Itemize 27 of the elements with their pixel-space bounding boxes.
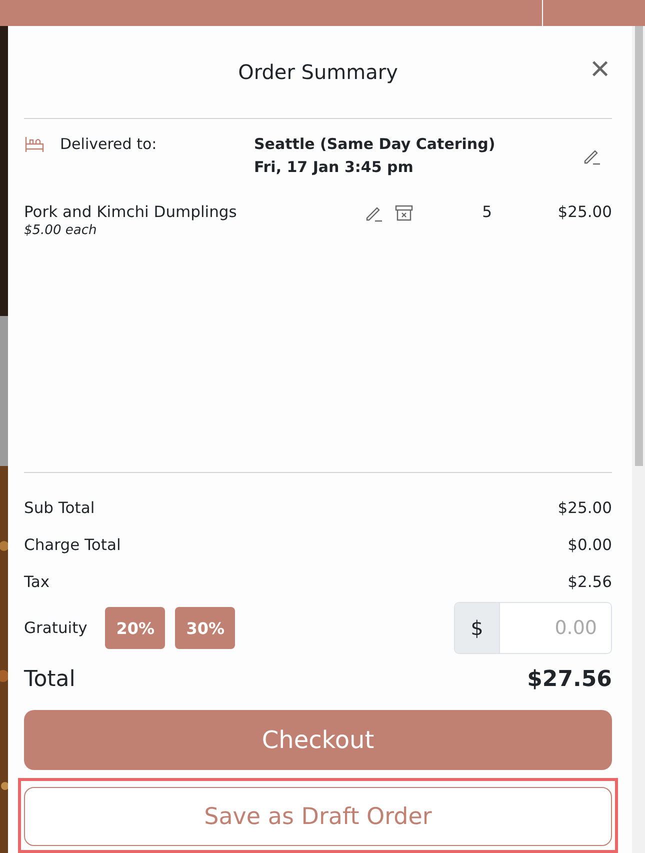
- save-draft-button[interactable]: Save as Draft Order: [24, 787, 612, 846]
- item-price: $25.00: [558, 203, 612, 221]
- scrollbar[interactable]: [632, 26, 645, 853]
- trash-icon: [394, 203, 414, 223]
- delete-item-button[interactable]: [394, 203, 414, 223]
- gratuity-option[interactable]: 30%: [175, 607, 236, 649]
- summary-label: Charge Total: [24, 536, 121, 554]
- item-name: Pork and Kimchi Dumplings: [24, 203, 238, 221]
- summary-value: $0.00: [568, 536, 612, 554]
- summary-label: Sub Total: [24, 498, 95, 516]
- total-label: Total: [24, 666, 76, 692]
- modal-title: Order Summary: [238, 60, 398, 84]
- summary-label: Tax: [24, 572, 50, 590]
- checkout-button[interactable]: Checkout: [24, 710, 612, 770]
- delivery-label: Delivered to:: [60, 134, 158, 155]
- total-value: $27.56: [527, 666, 612, 692]
- gratuity-field[interactable]: $ 0.00: [454, 602, 612, 654]
- delivery-location: Seattle (Same Day Catering): [254, 134, 496, 155]
- currency-symbol: $: [455, 603, 500, 653]
- close-button[interactable]: ×: [588, 52, 612, 86]
- item-unit-price: $5.00 each: [24, 223, 98, 238]
- gratuity-label: Gratuity: [24, 619, 88, 637]
- gratuity-option[interactable]: 20%: [105, 607, 166, 649]
- item-quantity: 5: [482, 203, 492, 221]
- delivery-time: Fri, 17 Jan 3:45 pm: [254, 157, 414, 178]
- summary-value: $25.00: [558, 498, 612, 516]
- summary-value: $2.56: [568, 572, 612, 590]
